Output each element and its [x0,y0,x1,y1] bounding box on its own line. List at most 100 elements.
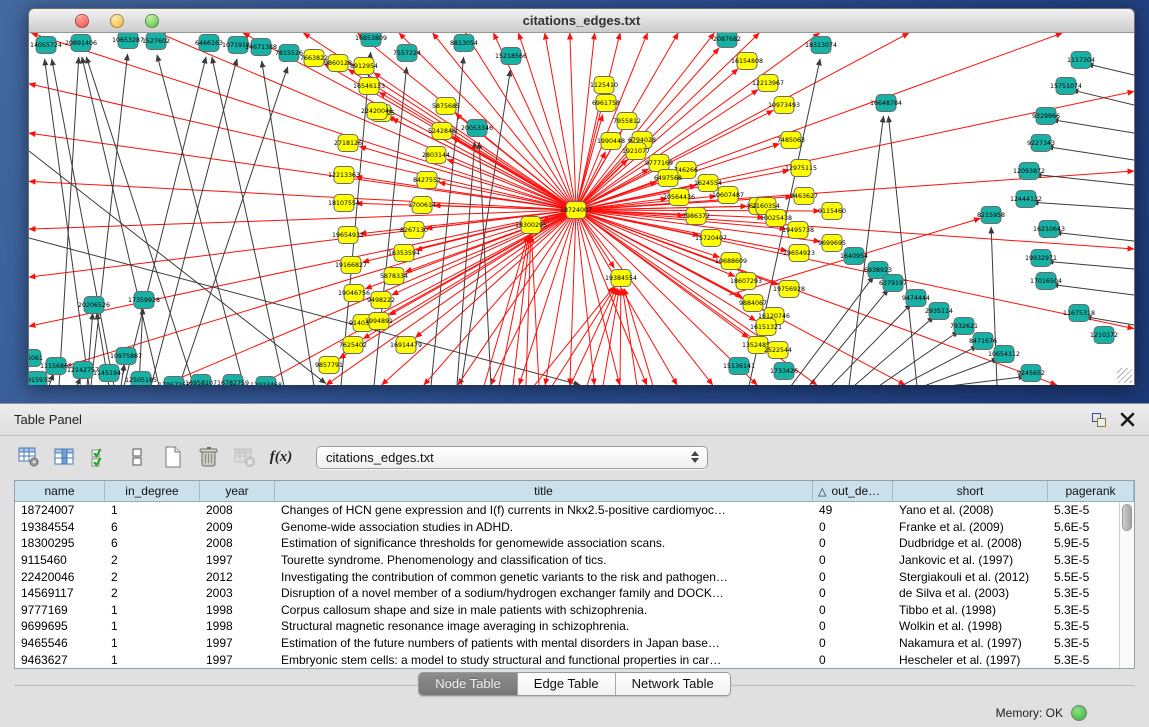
network-node[interactable]: 5875685 [432,98,460,115]
network-edge-red[interactable] [29,210,576,229]
table-cell[interactable]: 2 [105,553,200,567]
network-node[interactable]: 15218566 [495,48,527,65]
table-cell[interactable]: 1 [105,653,200,667]
table-row[interactable]: 946554611997Estimation of the future num… [15,635,1134,652]
window-minimize-button[interactable] [110,14,124,28]
network-node[interactable]: 10688609 [715,253,747,270]
table-mode-icon[interactable] [16,444,42,470]
table-cell[interactable]: 0 [813,653,893,667]
network-node[interactable]: 7815526 [275,45,303,62]
table-cell[interactable]: 9465546 [15,636,105,650]
network-node[interactable]: 1117304 [1067,52,1095,69]
network-node[interactable]: 18313074 [805,37,837,54]
network-node[interactable]: 1640954 [840,248,868,265]
table-cell[interactable]: 0 [813,586,893,600]
network-node[interactable]: 16648784 [870,95,902,112]
network-node[interactable]: 16914479 [390,337,422,354]
table-cell[interactable]: 2008 [200,503,275,517]
table-cell[interactable]: Nakamura et al. (1997) [893,636,1048,650]
table-cell[interactable]: Tibbo et al. (1998) [893,603,1048,617]
table-cell[interactable]: 1997 [200,653,275,667]
network-edge-black[interactable] [1047,261,1134,269]
network-node[interactable]: 12444132 [1010,191,1042,208]
function-builder-icon[interactable]: f(x) [268,444,294,470]
network-node[interactable]: 18607293 [730,273,762,290]
table-cell[interactable]: 2008 [200,536,275,550]
table-cell[interactable]: 1 [105,603,200,617]
network-node[interactable]: 5242848 [428,123,456,140]
network-node[interactable]: 9115460 [818,203,846,220]
network-node[interactable]: 6379197 [879,275,907,292]
table-cell[interactable]: Structural magnetic resonance image aver… [275,619,813,633]
table-cell[interactable]: Tourette syndrome. Phenomenology and cla… [275,553,813,567]
network-edge-red[interactable] [587,288,618,385]
table-cell[interactable]: 19384554 [15,520,105,534]
network-view[interactable]: 1405572420891406106532871527602646616310… [29,33,1134,385]
show-columns-icon[interactable] [52,444,78,470]
network-edge-black[interactable] [888,116,917,385]
network-node[interactable]: 12213363 [328,167,360,184]
network-edge-red[interactable] [424,210,576,385]
table-cell[interactable]: 9777169 [15,603,105,617]
network-edge-black[interactable] [82,57,159,385]
table-cell[interactable]: 0 [813,553,893,567]
table-cell[interactable]: Changes of HCN gene expression and I(f) … [275,503,813,517]
network-node[interactable]: 14055724 [30,37,62,54]
network-edge-red[interactable] [348,69,576,210]
network-edge-black[interactable] [1032,202,1134,209]
network-node[interactable]: 1624554 [694,175,722,192]
network-node[interactable]: 5878334 [380,268,408,285]
table-cell[interactable]: 49 [813,503,893,517]
table-cell[interactable]: 6 [105,520,200,534]
tab-network-table[interactable]: Network Table [616,673,730,695]
network-node[interactable]: 15720407 [695,230,727,247]
new-column-icon[interactable] [160,444,186,470]
network-node[interactable]: 6466163 [195,35,223,52]
column-header-short[interactable]: short [893,481,1048,501]
network-node[interactable]: 1700614 [408,197,436,214]
table-cell[interactable]: 2012 [200,570,275,584]
table-cell[interactable]: 18300295 [15,536,105,550]
window-zoom-button[interactable] [145,14,159,28]
table-cell[interactable]: 2009 [200,520,275,534]
table-row[interactable]: 911546021997Tourette syndrome. Phenomeno… [15,552,1134,569]
network-node[interactable]: 19932971 [1025,250,1057,267]
table-row[interactable]: 1872400712008Changes of HCN gene express… [15,502,1134,519]
table-cell[interactable]: 1997 [200,636,275,650]
network-node[interactable]: 20891406 [65,35,97,52]
network-node[interactable]: 7986372 [682,208,710,225]
network-node[interactable]: 8215958 [977,207,1005,224]
network-node[interactable]: 9329966 [1032,108,1060,125]
table-cell[interactable]: 14569117 [15,586,105,600]
network-node[interactable]: 9777169 [645,155,673,172]
network-node[interactable]: 9860128 [324,55,352,72]
scrollbar-thumb[interactable] [1122,504,1132,531]
tab-edge-table[interactable]: Edge Table [518,673,616,695]
table-cell[interactable]: 1998 [200,619,275,633]
table-cell[interactable]: Stergiakouli et al. (2012) [893,570,1048,584]
network-edge-black[interactable] [1087,64,1134,75]
network-edge-black[interactable] [86,57,194,385]
column-header-title[interactable]: title [275,481,813,501]
table-cell[interactable]: Dudbridge et al. (2008) [893,536,1048,550]
network-node[interactable]: 9857791 [315,357,343,374]
network-edge-red[interactable] [620,289,621,385]
table-row[interactable]: 977716911998Corpus callosum shape and si… [15,602,1134,619]
network-node[interactable]: 12505185 [125,372,157,386]
network-node[interactable]: 12213967 [752,75,784,92]
network-node[interactable]: 2803144 [422,147,450,164]
close-panel-icon[interactable] [1120,412,1135,427]
network-node[interactable]: 12093872 [1013,163,1045,180]
network-node[interactable]: 2087682 [713,33,741,48]
network-node[interactable]: 19495738 [782,222,814,239]
float-panel-icon[interactable] [1092,413,1106,427]
network-edge-black[interactable] [179,67,288,385]
network-node[interactable]: 7955812 [613,113,641,130]
table-cell[interactable]: 1 [105,503,200,517]
table-row[interactable]: 946362711997Embryonic stem cells: a mode… [15,651,1134,668]
network-edge-black[interactable] [1052,120,1134,133]
table-cell[interactable]: Embryonic stem cells: a model to study s… [275,653,813,667]
network-edge-black[interactable] [52,59,114,385]
network-node[interactable]: 17359928 [128,292,160,309]
network-edge-black[interactable] [157,55,244,385]
